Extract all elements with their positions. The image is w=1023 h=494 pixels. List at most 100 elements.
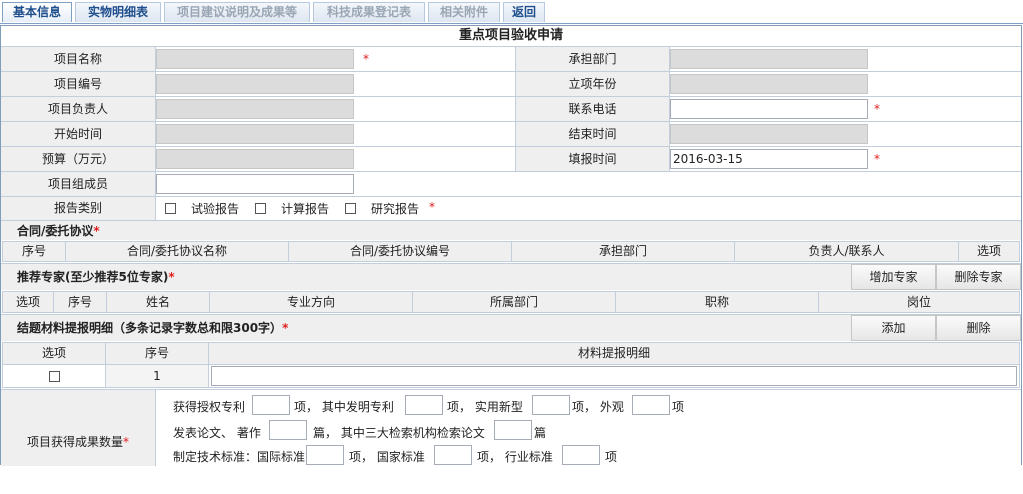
form-title: 重点项目验收申请 [1,26,1021,46]
tab-project-proposal[interactable]: 项目建议说明及成果等 [164,2,310,22]
research-report-checkbox[interactable] [345,203,356,214]
budget-field[interactable] [156,149,354,169]
industry-standard-unit: 项 [605,450,618,464]
achievements-label-cell: 项目获得成果数量* [1,390,156,466]
tab-basic-info[interactable]: 基本信息 [2,2,72,22]
leader-field[interactable] [156,99,354,119]
material-row-detail-cell [208,364,1020,388]
department-label: 承担部门 [515,47,670,71]
materials-table: 选项 序号 材料提报明细 1 [2,342,1020,388]
required-mark: * [874,152,880,166]
material-row-option-cell [2,364,106,388]
fill-time-input[interactable]: 2016-03-15 [670,149,868,169]
contracts-col-contact: 负责人/联系人 [734,241,959,262]
invention-patent-input[interactable] [405,395,443,415]
row-start-time: 开始时间 结束时间 [1,121,1021,146]
delete-expert-button[interactable]: 删除专家 [936,264,1021,290]
material-row-index: 1 [105,364,209,388]
add-material-button[interactable]: 添加 [851,315,936,341]
add-expert-button[interactable]: 增加专家 [851,264,936,290]
start-time-field[interactable] [156,124,354,144]
project-name-label: 项目名称 [1,47,156,71]
members-label: 项目组成员 [1,172,156,196]
report-type-label: 报告类别 [1,197,156,220]
test-report-checkbox[interactable] [165,203,176,214]
national-standard-input[interactable] [434,445,472,465]
contracts-col-number: 合同/委托协议编号 [288,241,512,262]
required-mark: * [874,102,880,116]
required-mark: * [282,321,289,335]
required-mark: * [123,435,129,449]
design-unit: 项 [672,400,685,414]
fill-time-label: 填报时间 [515,147,670,171]
material-detail-input[interactable] [211,366,1017,386]
materials-col-index: 序号 [105,342,209,365]
materials-col-option: 选项 [2,342,106,365]
papers-label: 发表论文、 著作 [173,426,261,440]
end-time-field[interactable] [670,124,868,144]
setup-year-field[interactable] [670,74,868,94]
research-report-option: 研究报告 [371,202,420,216]
achievements-row: 项目获得成果数量* 获得授权专利 项， 其中发明专利 项， 实用新型 项， 外观… [1,389,1021,466]
project-name-field[interactable] [156,49,354,69]
row-members: 项目组成员 [1,171,1021,196]
experts-col-department: 所属部门 [412,291,616,313]
contracts-table-header: 序号 合同/委托协议名称 合同/委托协议编号 承担部门 负责人/联系人 选项 [2,241,1020,262]
row-project-name: 项目名称 * 承担部门 [1,46,1021,71]
experts-col-title: 职称 [615,291,819,313]
experts-title: 推荐专家(至少推荐5位专家) [17,270,169,284]
project-number-field[interactable] [156,74,354,94]
indexed-papers-unit: 篇 [534,426,547,440]
table-row: 1 [2,364,1020,388]
row-leader: 项目负责人 联系电话 * [1,96,1021,121]
contracts-col-index: 序号 [2,241,66,262]
experts-col-position: 岗位 [818,291,1020,313]
row-project-number: 项目编号 立项年份 [1,71,1021,96]
calc-report-checkbox[interactable] [255,203,266,214]
experts-col-option: 选项 [2,291,54,313]
tab-attachments[interactable]: 相关附件 [428,2,500,22]
experts-col-name: 姓名 [106,291,210,313]
members-input[interactable] [156,174,354,194]
papers-input[interactable] [269,420,307,440]
start-time-label: 开始时间 [1,122,156,146]
required-mark: * [93,224,100,238]
patent-label: 获得授权专利 [173,400,246,414]
contracts-col-name: 合同/委托协议名称 [65,241,289,262]
national-standard-label: 项， 国家标准 [349,450,425,464]
experts-col-index: 序号 [53,291,107,313]
industry-standard-input[interactable] [562,445,600,465]
patent-count-input[interactable] [252,395,290,415]
experts-table-header: 选项 序号 姓名 专业方向 所属部门 职称 岗位 [2,291,1020,313]
tab-back[interactable]: 返回 [503,2,545,22]
tab-item-details[interactable]: 实物明细表 [75,2,161,22]
tab-bar: 基本信息 实物明细表 项目建议说明及成果等 科技成果登记表 相关附件 返回 [0,0,1023,24]
industry-standard-label: 项， 行业标准 [477,450,553,464]
leader-label: 项目负责人 [1,97,156,121]
indexed-papers-input[interactable] [494,420,532,440]
phone-input[interactable] [670,99,868,119]
test-report-option: 试验报告 [191,202,240,216]
indexed-papers-label: 篇， 其中三大检索机构检索论文 [313,426,485,440]
row-budget: 预算（万元） 填报时间 2016-03-15 * [1,146,1021,171]
utility-model-input[interactable] [532,395,570,415]
contracts-section-header: 合同/委托协议* [1,220,1021,240]
standards-label: 制定技术标准：国际标准 [173,450,306,464]
department-field[interactable] [670,49,868,69]
setup-year-label: 立项年份 [515,72,670,96]
delete-material-button[interactable]: 删除 [936,315,1021,341]
budget-label: 预算（万元） [1,147,156,171]
project-number-label: 项目编号 [1,72,156,96]
international-standard-input[interactable] [306,445,344,465]
contracts-title: 合同/委托协议 [17,224,94,238]
row-report-type: 报告类别 试验报告 计算报告 研究报告 * [1,196,1021,220]
materials-col-detail: 材料提报明细 [208,342,1020,365]
materials-title: 结题材料提报明细（多条记录字数总和限300字） [17,321,283,335]
material-row-checkbox[interactable] [49,371,60,382]
required-mark: * [429,200,435,214]
achievements-label: 项目获得成果数量 [26,435,123,449]
utility-model-label: 项， 实用新型 [447,400,523,414]
invention-patent-label: 项， 其中发明专利 [294,400,394,414]
design-input[interactable] [632,395,670,415]
tab-achievement-registration[interactable]: 科技成果登记表 [313,2,425,22]
